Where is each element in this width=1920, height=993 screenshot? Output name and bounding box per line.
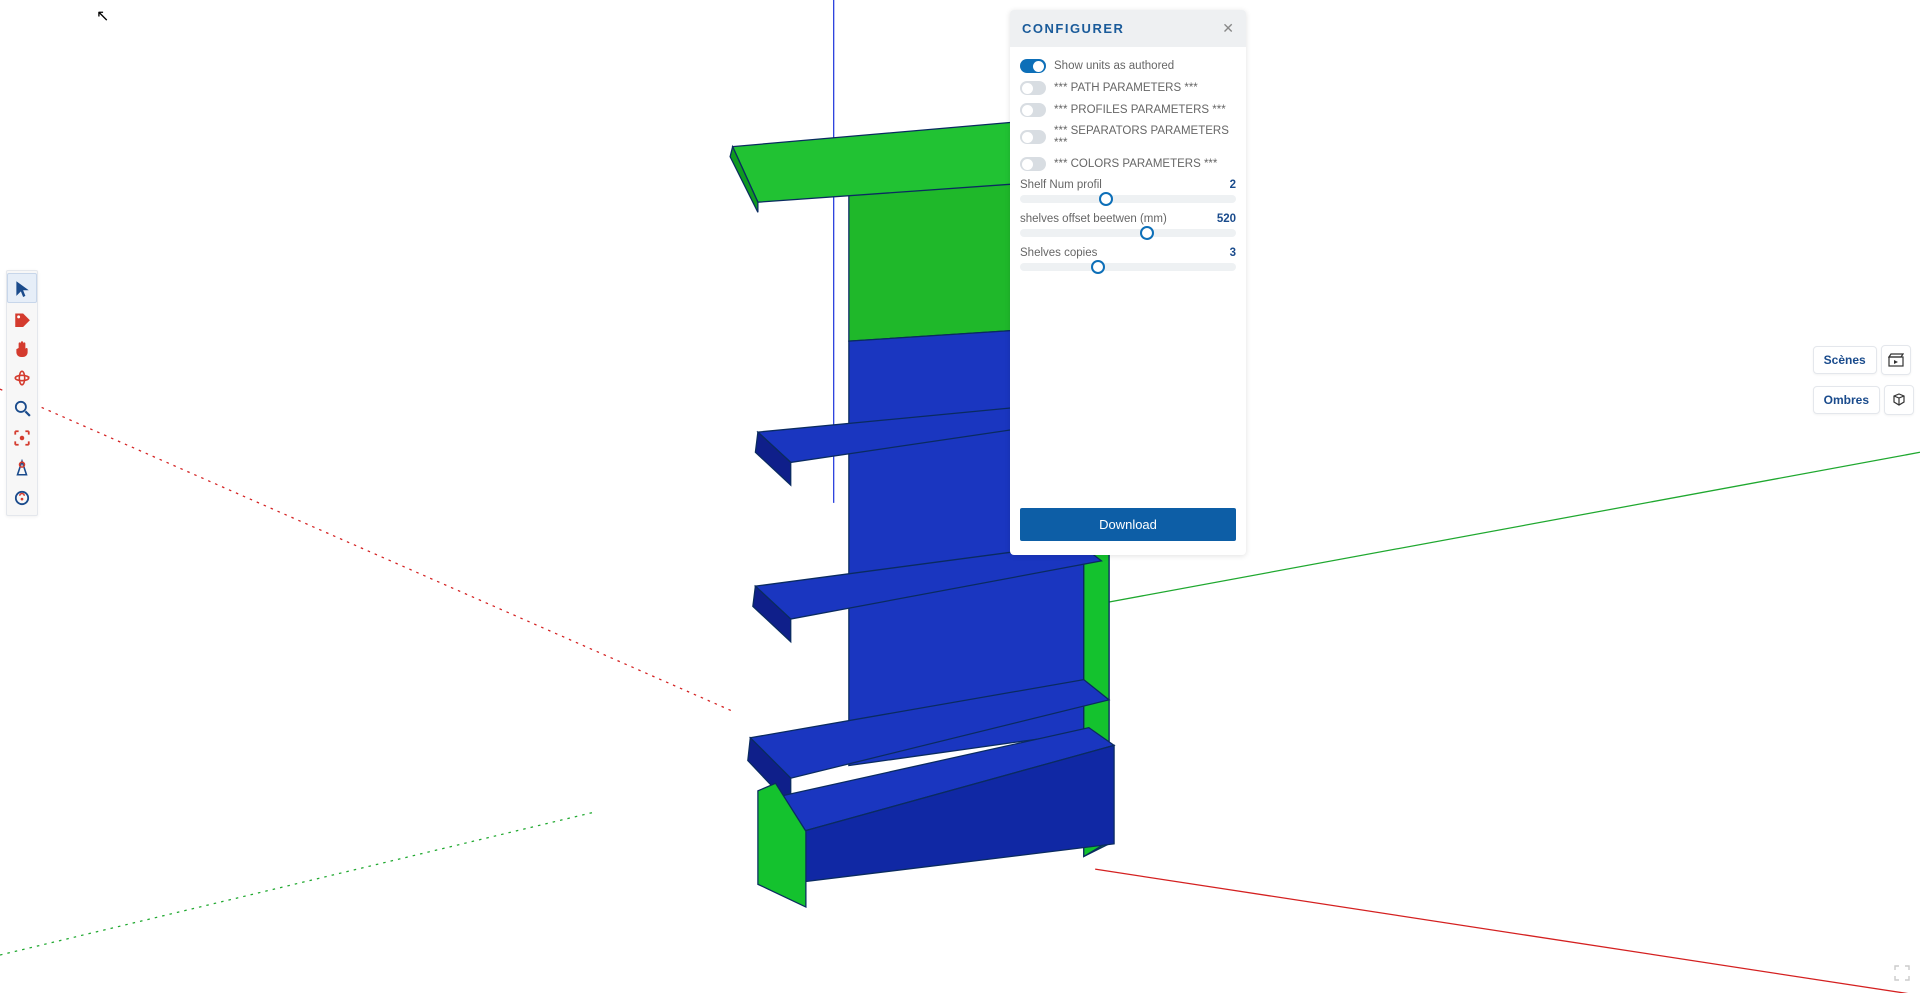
toggle-label-2: *** PROFILES PARAMETERS *** <box>1054 104 1236 116</box>
slider-label-0: Shelf Num profil <box>1020 179 1102 191</box>
zoom-extents-tool[interactable] <box>7 423 37 453</box>
right-controls: Scènes Ombres <box>1813 345 1914 415</box>
slider-1[interactable] <box>1020 229 1236 237</box>
slider-block-2: Shelves copies 3 <box>1020 247 1236 271</box>
cube-shadow-icon <box>1891 392 1907 408</box>
toggle-2[interactable] <box>1020 103 1046 117</box>
orbit-tool[interactable] <box>7 363 37 393</box>
toggle-label-0: Show units as authored <box>1054 60 1236 72</box>
slider-value-2: 3 <box>1230 247 1236 259</box>
configurer-panel: CONFIGURER ✕ Show units as authored *** P… <box>1010 10 1246 555</box>
viewport-3d[interactable] <box>0 0 1920 993</box>
tag-tool[interactable] <box>7 303 37 333</box>
extents-icon <box>13 429 31 447</box>
toggle-row-3: *** SEPARATORS PARAMETERS *** <box>1020 125 1236 149</box>
pointer-icon <box>13 279 31 297</box>
toggle-row-1: *** PATH PARAMETERS *** <box>1020 81 1236 95</box>
walk-icon <box>13 489 31 507</box>
toggle-label-1: *** PATH PARAMETERS *** <box>1054 82 1236 94</box>
scenes-button[interactable]: Scènes <box>1813 346 1877 374</box>
toggle-4[interactable] <box>1020 157 1046 171</box>
slider-2[interactable] <box>1020 263 1236 271</box>
toggle-row-4: *** COLORS PARAMETERS *** <box>1020 157 1236 171</box>
download-button[interactable]: Download <box>1020 508 1236 541</box>
fullscreen-icon[interactable] <box>1894 965 1910 981</box>
walk-tool[interactable] <box>7 483 37 513</box>
toggle-label-4: *** COLORS PARAMETERS *** <box>1054 158 1236 170</box>
tag-icon <box>13 309 31 327</box>
slider-block-1: shelves offset beetwen (mm) 520 <box>1020 213 1236 237</box>
select-tool[interactable] <box>7 273 37 303</box>
toggle-label-3: *** SEPARATORS PARAMETERS *** <box>1054 125 1236 149</box>
left-toolbar <box>6 270 38 516</box>
panel-header[interactable]: CONFIGURER ✕ <box>1010 10 1246 47</box>
shadows-icon-button[interactable] <box>1884 385 1914 415</box>
orbit-icon <box>13 369 31 387</box>
slider-value-0: 2 <box>1230 179 1236 191</box>
toggle-row-2: *** PROFILES PARAMETERS *** <box>1020 103 1236 117</box>
slider-label-2: Shelves copies <box>1020 247 1097 259</box>
clapper-icon <box>1888 352 1904 368</box>
slider-0[interactable] <box>1020 195 1236 203</box>
slider-value-1: 520 <box>1217 213 1236 225</box>
toggle-row-0: Show units as authored <box>1020 59 1236 73</box>
slider-block-0: Shelf Num profil 2 <box>1020 179 1236 203</box>
panel-title: CONFIGURER <box>1022 21 1124 36</box>
scenes-icon-button[interactable] <box>1881 345 1911 375</box>
zoom-icon <box>13 399 31 417</box>
toggle-0[interactable] <box>1020 59 1046 73</box>
toggle-1[interactable] <box>1020 81 1046 95</box>
zoom-tool[interactable] <box>7 393 37 423</box>
pan-tool[interactable] <box>7 333 37 363</box>
look-icon <box>13 459 31 477</box>
close-icon[interactable]: ✕ <box>1222 20 1234 37</box>
hand-icon <box>13 339 31 357</box>
look-around-tool[interactable] <box>7 453 37 483</box>
toggle-3[interactable] <box>1020 130 1046 144</box>
slider-label-1: shelves offset beetwen (mm) <box>1020 213 1167 225</box>
shadows-button[interactable]: Ombres <box>1813 386 1880 414</box>
